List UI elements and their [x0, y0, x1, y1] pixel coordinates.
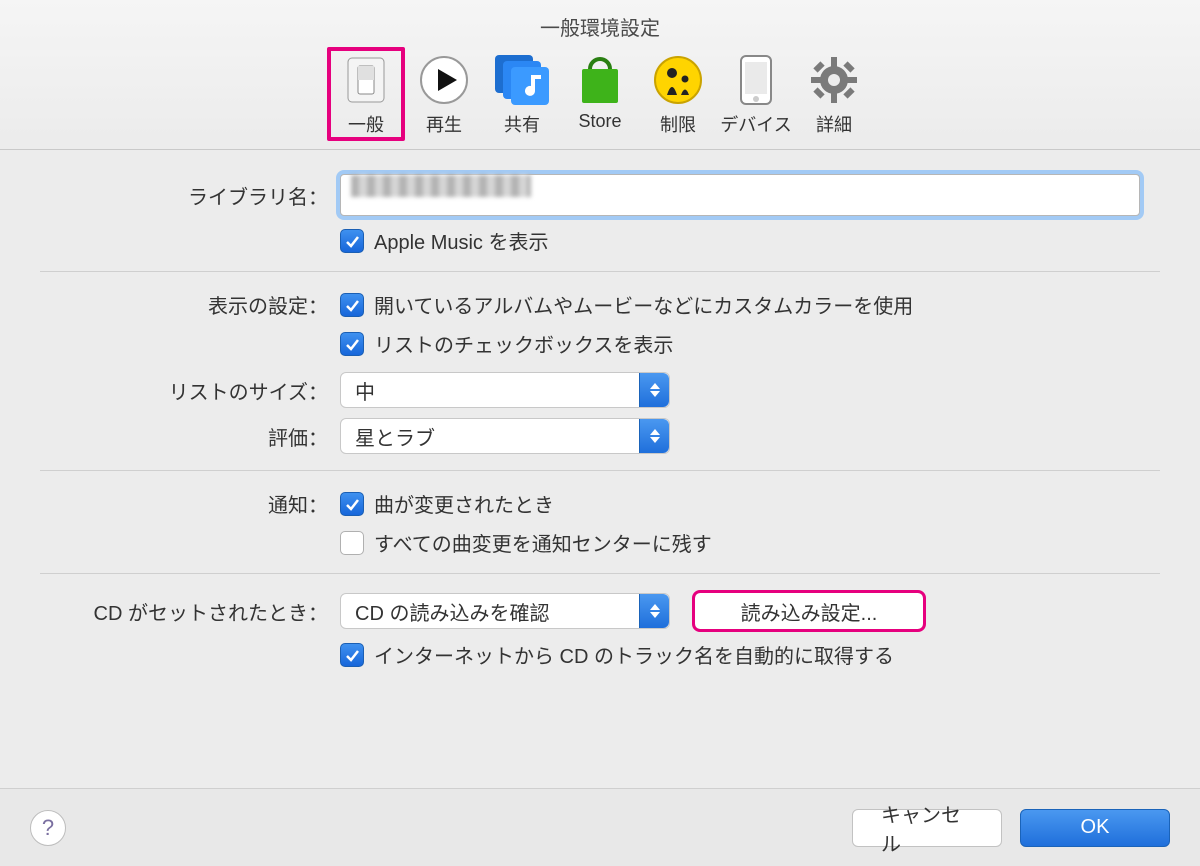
play-icon	[415, 51, 473, 109]
rating-value: 星とラブ	[355, 422, 435, 451]
import-settings-button-label: 読み込み設定...	[741, 597, 878, 626]
notification-center-checkbox[interactable]	[340, 531, 364, 555]
device-icon	[727, 51, 785, 109]
switch-icon	[337, 51, 395, 109]
music-stack-icon	[493, 51, 551, 109]
list-checkbox-checkbox[interactable]	[340, 332, 364, 356]
list-size-select[interactable]: 中	[340, 372, 670, 408]
custom-color-checkbox[interactable]	[340, 293, 364, 317]
custom-color-label: 開いているアルバムやムービーなどにカスタムカラーを使用	[374, 290, 913, 319]
gear-icon	[805, 51, 863, 109]
preferences-toolbar: 一般 再生 共有 Store	[0, 47, 1200, 150]
parental-icon	[649, 51, 707, 109]
library-name-input[interactable]	[340, 174, 1140, 216]
toolbar-general-label: 一般	[348, 111, 384, 137]
window-title: 一般環境設定	[0, 0, 1200, 41]
toolbar-sharing[interactable]: 共有	[483, 47, 561, 141]
auto-track-names-label: インターネットから CD のトラック名を自動的に取得する	[374, 640, 894, 669]
notification-center-label: すべての曲変更を通知センターに残す	[374, 528, 712, 557]
toolbar-parental[interactable]: 制限	[639, 47, 717, 141]
ok-button[interactable]: OK	[1020, 809, 1170, 847]
rating-select[interactable]: 星とラブ	[340, 418, 670, 454]
show-apple-music-checkbox[interactable]	[340, 229, 364, 253]
toolbar-parental-label: 制限	[660, 111, 696, 137]
rating-label: 評価：	[40, 422, 340, 451]
import-settings-button[interactable]: 読み込み設定...	[694, 592, 924, 630]
help-button[interactable]: ?	[30, 810, 66, 846]
toolbar-store[interactable]: Store	[561, 47, 639, 141]
display-settings-label: 表示の設定：	[40, 290, 340, 319]
content-area: ライブラリ名： Apple Music を表示 表示の設定： 開いているアルバム…	[0, 150, 1200, 669]
toolbar-advanced[interactable]: 詳細	[795, 47, 873, 141]
toolbar-advanced-label: 詳細	[816, 111, 852, 137]
redacted-text	[351, 175, 531, 197]
auto-track-names-checkbox[interactable]	[340, 643, 364, 667]
list-checkbox-label: リストのチェックボックスを表示	[374, 329, 673, 358]
toolbar-sharing-label: 共有	[504, 111, 540, 137]
chevron-updown-icon	[639, 419, 669, 453]
chevron-updown-icon	[639, 594, 669, 628]
list-size-value: 中	[355, 376, 375, 405]
toolbar-devices-label: デバイス	[720, 111, 791, 137]
ok-button-label: OK	[1081, 816, 1110, 839]
divider	[40, 271, 1160, 272]
library-name-label: ライブラリ名：	[40, 181, 340, 210]
divider	[40, 573, 1160, 574]
cd-label: CD がセットされたとき：	[40, 597, 340, 626]
cd-action-value: CD の読み込みを確認	[355, 597, 549, 626]
list-size-label: リストのサイズ：	[40, 376, 340, 405]
show-apple-music-label: Apple Music を表示	[374, 226, 549, 255]
cancel-button[interactable]: キャンセル	[852, 809, 1002, 847]
toolbar-general[interactable]: 一般	[327, 47, 405, 141]
question-icon: ?	[42, 815, 54, 841]
toolbar-store-label: Store	[578, 111, 621, 132]
toolbar-playback[interactable]: 再生	[405, 47, 483, 141]
footer-bar: ? キャンセル OK	[0, 788, 1200, 866]
divider	[40, 470, 1160, 471]
cancel-button-label: キャンセル	[881, 799, 973, 857]
notifications-label: 通知：	[40, 489, 340, 518]
cd-action-select[interactable]: CD の読み込みを確認	[340, 593, 670, 629]
toolbar-devices[interactable]: デバイス	[717, 47, 795, 141]
chevron-updown-icon	[639, 373, 669, 407]
song-change-checkbox[interactable]	[340, 492, 364, 516]
bag-icon	[571, 51, 629, 109]
song-change-label: 曲が変更されたとき	[374, 489, 554, 518]
toolbar-playback-label: 再生	[426, 111, 462, 137]
